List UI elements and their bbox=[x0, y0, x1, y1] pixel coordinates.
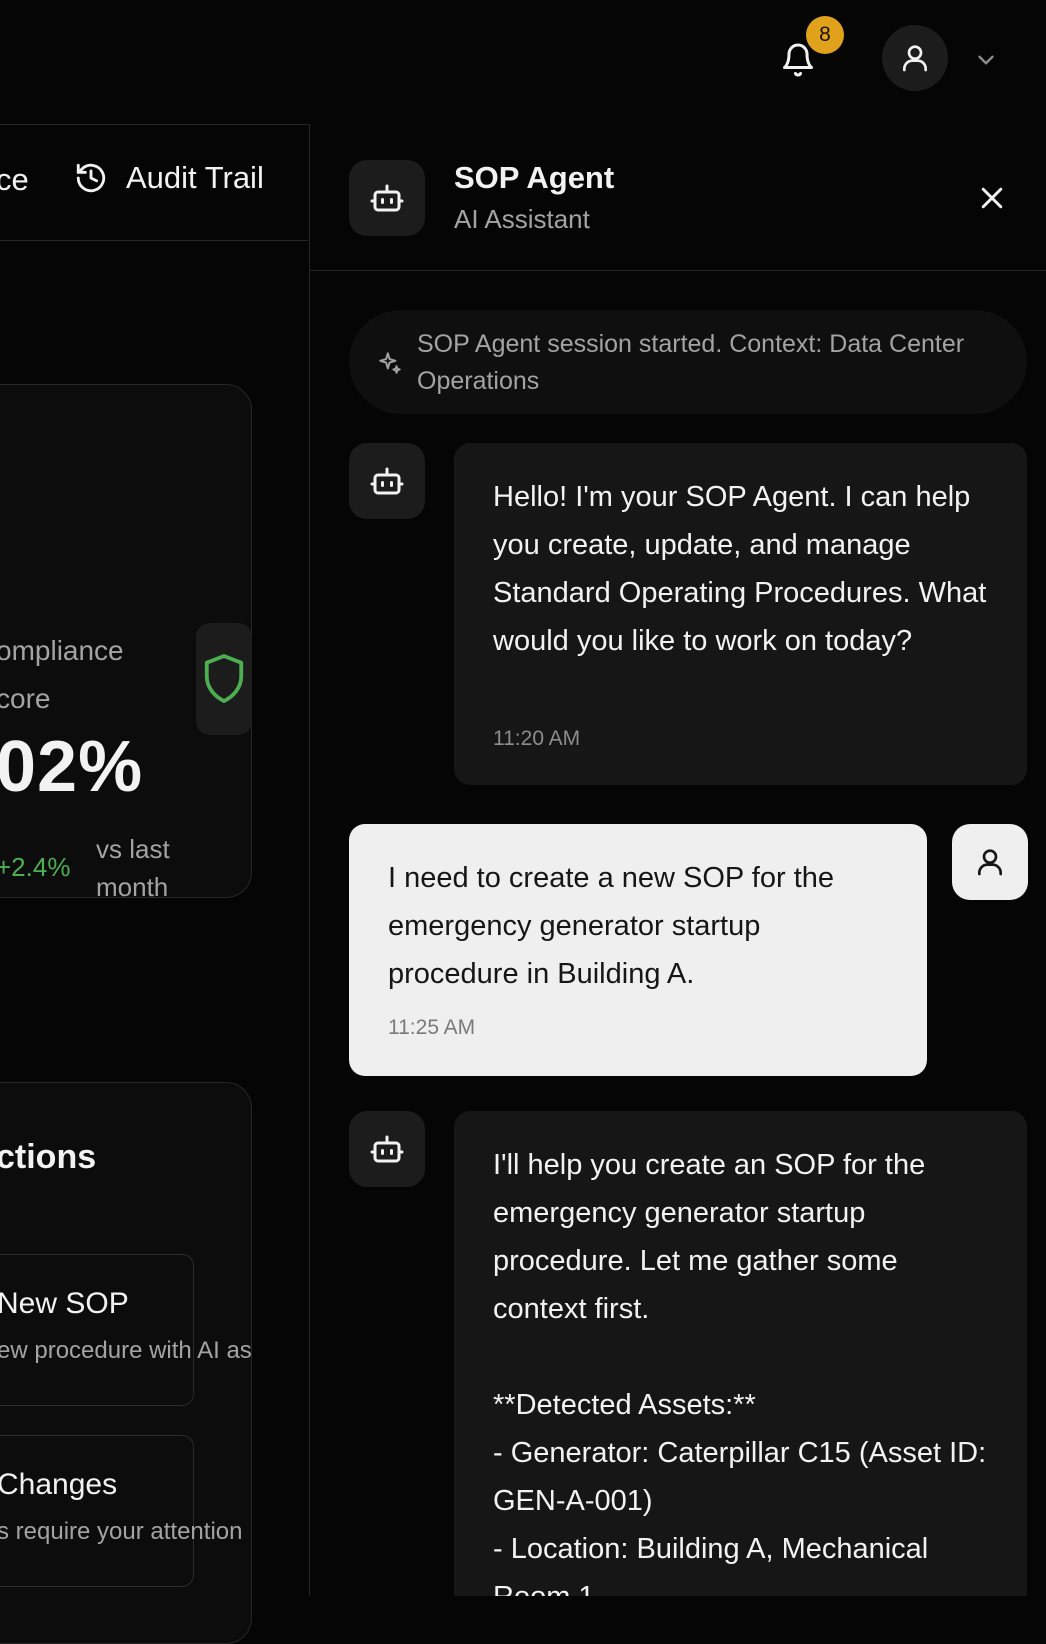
agent-subtitle: AI Assistant bbox=[454, 204, 590, 234]
message-text: Hello! I'm your SOP Agent. I can help yo… bbox=[493, 481, 995, 657]
sparkles-icon bbox=[379, 352, 401, 374]
bot-message: Hello! I'm your SOP Agent. I can help yo… bbox=[454, 443, 1027, 785]
compliance-label-line2: core bbox=[0, 683, 51, 714]
bot-icon bbox=[370, 184, 404, 212]
compliance-shield-badge bbox=[196, 623, 252, 735]
bot-message: I'll help you create an SOP for the emer… bbox=[454, 1111, 1027, 1596]
tab-previous[interactable]: ce bbox=[0, 162, 29, 198]
system-message-text: SOP Agent session started. Context: Data… bbox=[417, 330, 965, 395]
message-time: 11:25 AM bbox=[388, 1016, 476, 1039]
compliance-score-label: ompliance core bbox=[0, 627, 124, 723]
message-time: 11:20 AM bbox=[493, 727, 581, 750]
bot-icon bbox=[370, 1135, 404, 1163]
agent-title: SOP Agent bbox=[454, 160, 615, 195]
sop-agent-panel: SOP Agent AI Assistant SOP Agent session… bbox=[310, 124, 1046, 1596]
tab-audit-trail[interactable]: Audit Trail bbox=[74, 160, 264, 196]
user-avatar bbox=[952, 824, 1028, 900]
chevron-down-icon bbox=[978, 55, 994, 65]
user-menu-dropdown[interactable] bbox=[972, 46, 1000, 74]
message-text: I'll help you create an SOP for the emer… bbox=[493, 1149, 987, 1596]
notification-count-badge: 8 bbox=[806, 16, 844, 54]
top-bar: 8 bbox=[0, 0, 1046, 125]
close-icon bbox=[981, 187, 1003, 209]
action-review-changes[interactable]: Changes s require your attention bbox=[0, 1435, 242, 1587]
action-new-sop-description: ew procedure with AI as bbox=[0, 1337, 252, 1364]
shield-icon bbox=[204, 654, 244, 703]
tab-audit-trail-label: Audit Trail bbox=[126, 160, 264, 195]
compliance-delta: +2.4% bbox=[0, 852, 71, 882]
bot-avatar bbox=[349, 1111, 425, 1187]
bot-icon bbox=[370, 467, 404, 495]
chat-header: SOP Agent AI Assistant bbox=[310, 124, 1046, 271]
system-message: SOP Agent session started. Context: Data… bbox=[349, 310, 1027, 414]
user-message: I need to create a new SOP for the emerg… bbox=[349, 824, 927, 1076]
action-review-changes-description: s require your attention bbox=[0, 1518, 243, 1545]
quick-actions-title: ctions bbox=[0, 1138, 97, 1176]
tab-bar: ce Audit Trail bbox=[0, 124, 308, 241]
compliance-label-line1: ompliance bbox=[0, 635, 124, 666]
message-text: I need to create a new SOP for the emerg… bbox=[388, 862, 843, 990]
compliance-score-value: 02% bbox=[0, 727, 144, 807]
user-icon bbox=[978, 849, 1002, 876]
action-new-sop[interactable]: New SOP ew procedure with AI as bbox=[0, 1254, 252, 1406]
history-icon bbox=[76, 163, 106, 193]
close-button[interactable] bbox=[970, 176, 1014, 220]
user-icon bbox=[903, 45, 927, 72]
bot-avatar bbox=[349, 443, 425, 519]
action-review-changes-title: Changes bbox=[0, 1468, 118, 1501]
user-menu-button[interactable] bbox=[882, 25, 948, 91]
compliance-comparison: vs last month bbox=[96, 834, 170, 902]
agent-avatar bbox=[349, 160, 425, 236]
action-new-sop-title: New SOP bbox=[0, 1287, 129, 1320]
